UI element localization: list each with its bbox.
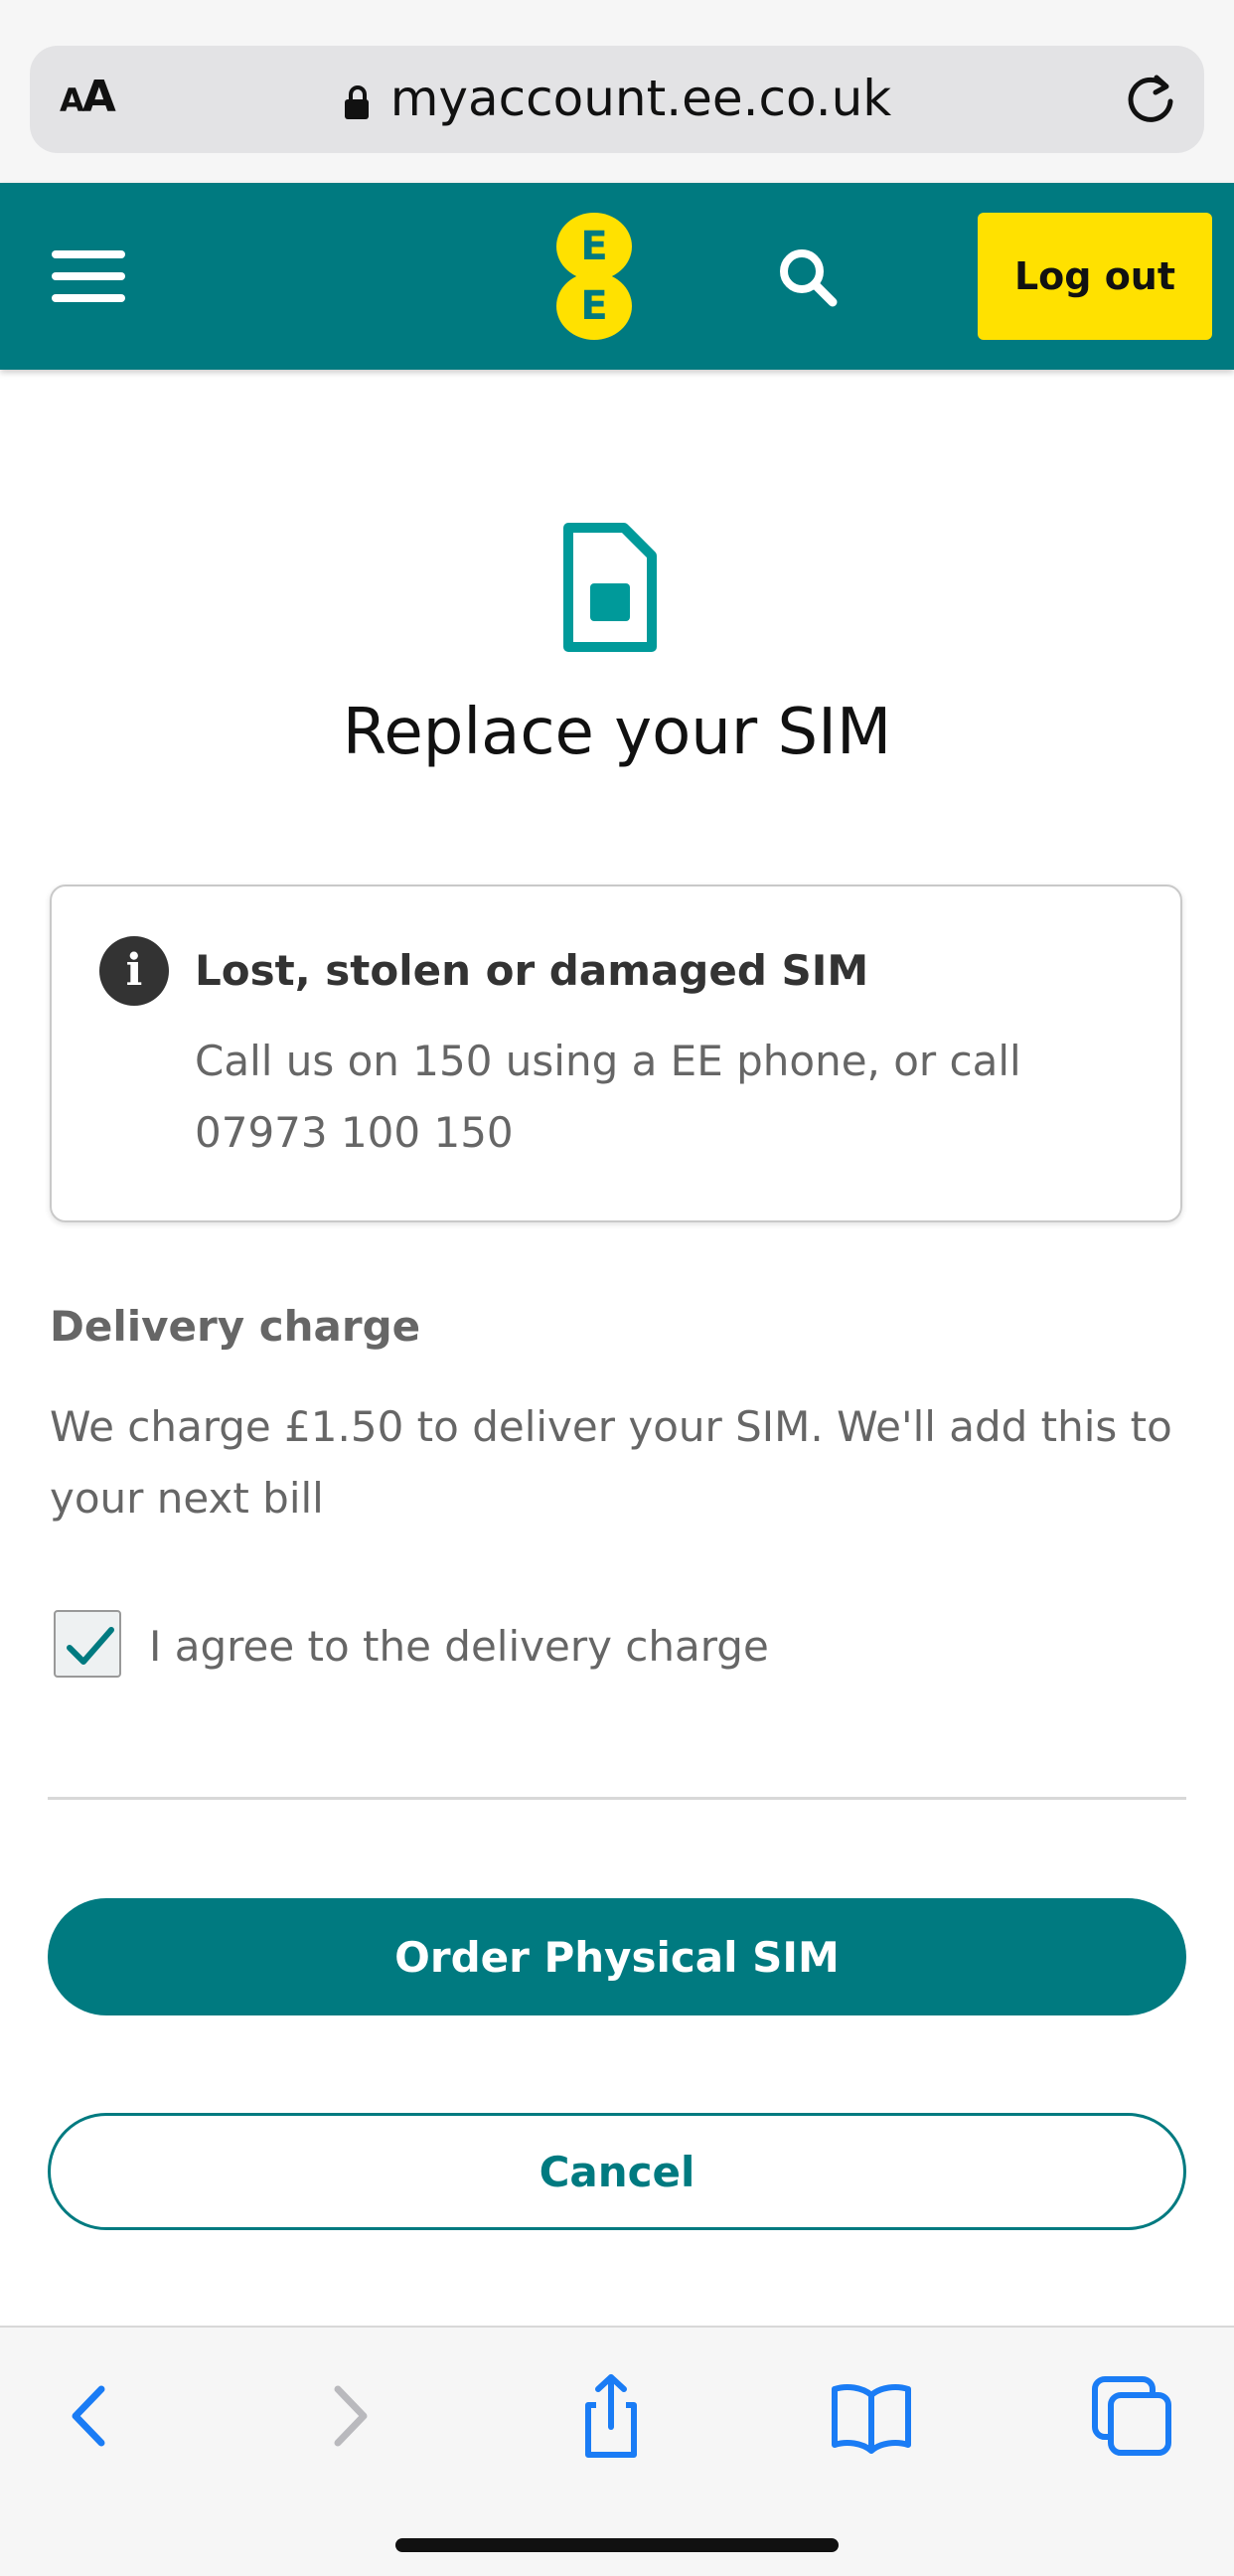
share-icon[interactable]	[566, 2371, 656, 2461]
back-icon[interactable]	[46, 2371, 135, 2461]
info-card-title: Lost, stolen or damaged SIM	[195, 946, 869, 995]
agree-checkbox-row[interactable]: I agree to the delivery charge	[50, 1606, 1143, 1686]
tabs-icon[interactable]	[1087, 2371, 1176, 2461]
url-text: myaccount.ee.co.uk	[389, 70, 892, 127]
forward-icon[interactable]	[304, 2371, 393, 2461]
info-icon: i	[99, 936, 169, 1006]
site-header: E E Log out	[0, 183, 1234, 370]
logo-letter-top: E	[556, 213, 632, 280]
bookmarks-icon[interactable]	[827, 2371, 916, 2461]
address-bar[interactable]: AA myaccount.ee.co.uk	[30, 46, 1204, 153]
cancel-button[interactable]: Cancel	[48, 2113, 1186, 2230]
browser-toolbar	[0, 2326, 1234, 2576]
logout-button[interactable]: Log out	[978, 213, 1212, 340]
agree-checkbox[interactable]	[54, 1610, 121, 1678]
search-icon[interactable]	[775, 244, 841, 310]
lock-icon	[343, 85, 371, 119]
hamburger-menu-icon[interactable]	[52, 250, 125, 302]
agree-label[interactable]: I agree to the delivery charge	[149, 1622, 769, 1671]
page-title: Replace your SIM	[342, 696, 892, 769]
logo-letter-bottom: E	[556, 272, 632, 340]
delivery-heading: Delivery charge	[50, 1302, 421, 1351]
info-card-body: Call us on 150 using a EE phone, or call…	[195, 1037, 1021, 1157]
order-physical-sim-button[interactable]: Order Physical SIM	[48, 1898, 1186, 2015]
ee-logo[interactable]: E E	[556, 213, 632, 340]
divider	[48, 1797, 1186, 1800]
sim-card-icon	[563, 523, 657, 652]
info-card: i Lost, stolen or damaged SIM Call us on…	[50, 885, 1182, 1222]
checkmark-icon	[67, 1627, 114, 1665]
url-display[interactable]: myaccount.ee.co.uk	[30, 70, 1204, 127]
home-indicator	[395, 2538, 839, 2552]
delivery-text: We charge £1.50 to deliver your SIM. We'…	[50, 1402, 1172, 1523]
reload-icon[interactable]	[1119, 68, 1182, 131]
browser-url-area: AA myaccount.ee.co.uk	[0, 0, 1234, 183]
